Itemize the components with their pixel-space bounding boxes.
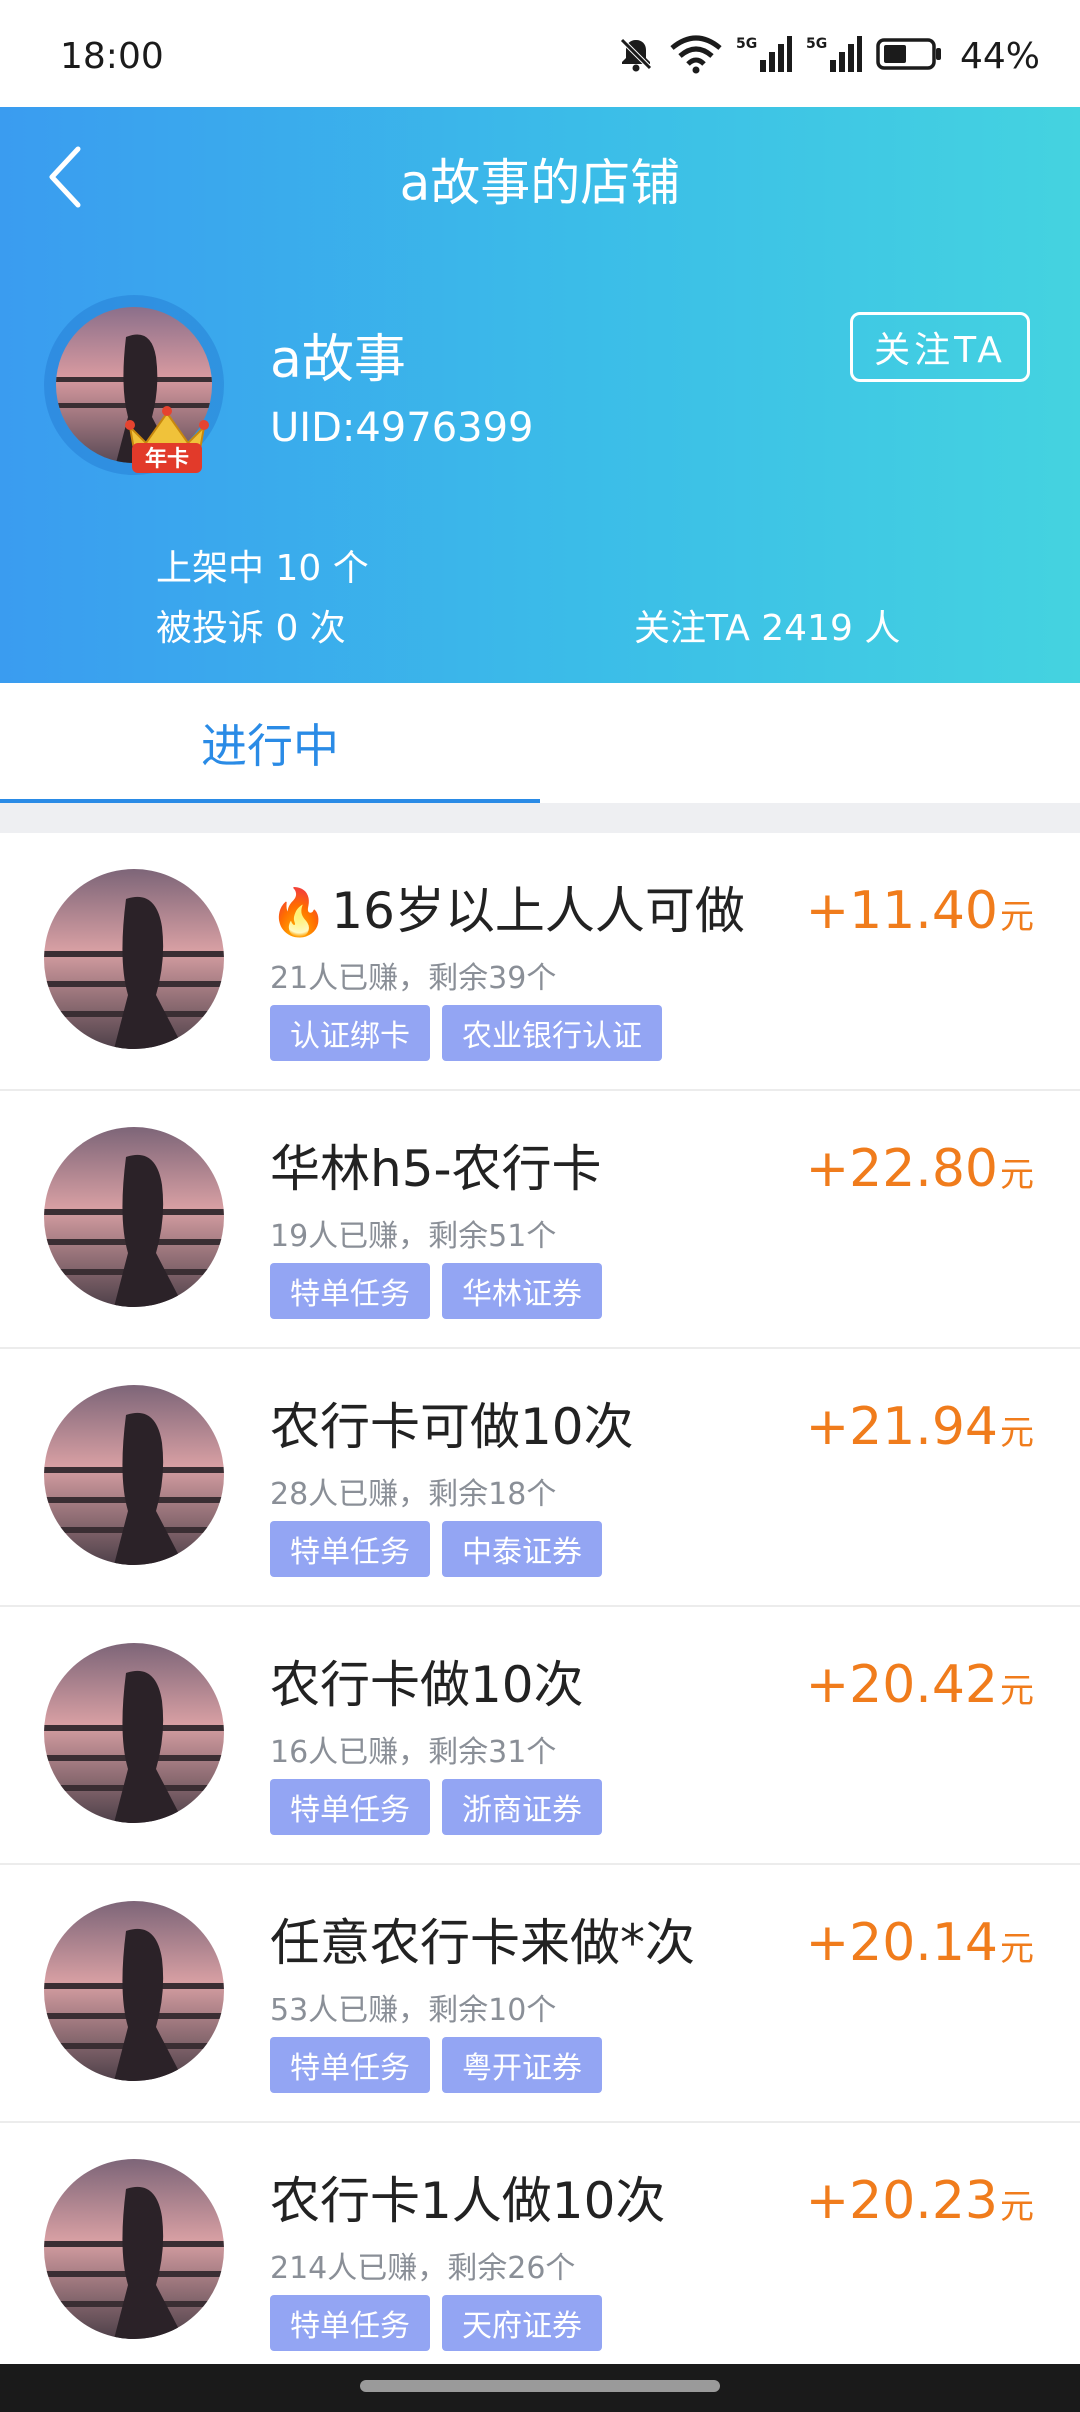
reward-unit: 元 [1000, 1413, 1034, 1453]
task-title: 农行卡做10次 [270, 1645, 584, 1717]
reward-unit: 元 [1000, 1671, 1034, 1711]
task-reward: +21.94元 [806, 1397, 1034, 1457]
follow-button[interactable]: 关注TA [850, 312, 1030, 382]
task-reward: +20.23元 [806, 2171, 1034, 2231]
task-reward: +20.14元 [806, 1913, 1034, 1973]
reward-unit: 元 [1000, 1155, 1034, 1195]
follower-count: 关注TA 2419 人 [634, 608, 901, 649]
task-tag: 特单任务 [270, 1521, 430, 1577]
shop-header: a故事的店铺 年卡 a故事 UID:4976399 关注TA 上架中 10 个 … [0, 107, 1080, 683]
reward-amount: +11.40 [805, 881, 998, 941]
task-title-text: 农行卡1人做10次 [270, 2172, 666, 2230]
svg-text:5G: 5G [736, 36, 757, 52]
task-title-text: 农行卡可做10次 [270, 1398, 634, 1456]
task-tags: 特单任务 浙商证券 [270, 1779, 602, 1835]
fire-icon: 🔥 [270, 885, 328, 939]
tab-in-progress[interactable]: 进行中 [0, 683, 540, 803]
task-title-text: 任意农行卡来做*次 [270, 1914, 695, 1972]
task-tags: 特单任务 粤开证券 [270, 2037, 602, 2093]
task-progress: 19人已赚，剩余51个 [270, 1219, 557, 1254]
home-indicator[interactable] [360, 2380, 720, 2392]
signal-5g-icon: 5G [736, 34, 792, 78]
task-tags: 特单任务 华林证券 [270, 1263, 602, 1319]
task-tag: 粤开证券 [442, 2037, 602, 2093]
reward-amount: +20.42 [805, 1655, 998, 1715]
task-avatar [44, 869, 224, 1049]
reward-unit: 元 [1000, 2187, 1034, 2227]
divider [0, 803, 1080, 833]
battery-percent: 44% [959, 35, 1040, 77]
task-item[interactable]: 任意农行卡来做*次 53人已赚，剩余10个 特单任务 粤开证券 +20.14元 [0, 1865, 1080, 2123]
task-progress: 16人已赚，剩余31个 [270, 1735, 557, 1770]
task-tag: 浙商证券 [442, 1779, 602, 1835]
task-item[interactable]: 农行卡做10次 16人已赚，剩余31个 特单任务 浙商证券 +20.42元 [0, 1607, 1080, 1865]
task-tag: 天府证券 [442, 2295, 602, 2351]
task-reward: +11.40元 [806, 881, 1034, 941]
task-avatar [44, 1127, 224, 1307]
wifi-icon [670, 34, 722, 78]
task-tags: 特单任务 天府证券 [270, 2295, 602, 2351]
mute-bell-icon [616, 34, 656, 78]
task-title: 农行卡可做10次 [270, 1387, 634, 1459]
listed-count: 上架中 10 个 [156, 548, 369, 589]
status-time: 18:00 [60, 36, 164, 77]
task-tags: 认证绑卡 农业银行认证 [270, 1005, 662, 1061]
task-reward: +20.42元 [806, 1655, 1034, 1715]
task-title-text: 华林h5-农行卡 [270, 1140, 602, 1198]
task-progress: 214人已赚，剩余26个 [270, 2251, 576, 2286]
task-avatar [44, 1385, 224, 1565]
shop-owner-name: a故事 [270, 330, 406, 390]
annual-card-badge: 年卡 [144, 447, 189, 472]
task-tag: 特单任务 [270, 1779, 430, 1835]
task-progress: 53人已赚，剩余10个 [270, 1993, 557, 2028]
task-title-text: 农行卡做10次 [270, 1656, 584, 1714]
task-progress: 21人已赚，剩余39个 [270, 961, 557, 996]
task-item[interactable]: 🔥16岁以上人人可做 21人已赚，剩余39个 认证绑卡 农业银行认证 +11.40… [0, 833, 1080, 1091]
complaint-count: 被投诉 0 次 [156, 608, 346, 649]
task-tag: 特单任务 [270, 2295, 430, 2351]
svg-text:5G: 5G [806, 36, 827, 52]
page-title: a故事的店铺 [399, 154, 681, 212]
reward-unit: 元 [1000, 897, 1034, 937]
task-tag: 农业银行认证 [442, 1005, 662, 1061]
task-title: 华林h5-农行卡 [270, 1129, 602, 1201]
task-tag: 特单任务 [270, 1263, 430, 1319]
reward-unit: 元 [1000, 1929, 1034, 1969]
user-uid: UID:4976399 [270, 405, 534, 451]
task-title-text: 16岁以上人人可做 [331, 882, 745, 940]
reward-amount: +21.94 [805, 1397, 998, 1457]
task-item[interactable]: 农行卡1人做10次 214人已赚，剩余26个 特单任务 天府证券 +20.23元 [0, 2123, 1080, 2381]
status-icons: 5G 5G 44% [616, 34, 1040, 78]
reward-amount: +20.23 [805, 2171, 998, 2231]
reward-amount: +22.80 [805, 1139, 998, 1199]
reward-amount: +20.14 [805, 1913, 998, 1973]
battery-icon [876, 34, 942, 78]
gesture-bar [0, 2364, 1080, 2412]
task-title: 🔥16岁以上人人可做 [270, 871, 745, 943]
task-progress: 28人已赚，剩余18个 [270, 1477, 557, 1512]
task-tag: 中泰证券 [442, 1521, 602, 1577]
task-tag: 特单任务 [270, 2037, 430, 2093]
task-tags: 特单任务 中泰证券 [270, 1521, 602, 1577]
status-bar: 18:00 5G 5G 44% [0, 0, 1080, 107]
task-item[interactable]: 华林h5-农行卡 19人已赚，剩余51个 特单任务 华林证券 +22.80元 [0, 1091, 1080, 1349]
signal-5g-icon: 5G [806, 34, 862, 78]
task-tag: 华林证券 [442, 1263, 602, 1319]
crown-icon: 年卡 [122, 399, 212, 479]
task-item[interactable]: 农行卡可做10次 28人已赚，剩余18个 特单任务 中泰证券 +21.94元 [0, 1349, 1080, 1607]
task-list: 🔥16岁以上人人可做 21人已赚，剩余39个 认证绑卡 农业银行认证 +11.40… [0, 833, 1080, 2381]
task-tag: 认证绑卡 [270, 1005, 430, 1061]
task-avatar [44, 2159, 224, 2339]
task-reward: +22.80元 [806, 1139, 1034, 1199]
task-avatar [44, 1643, 224, 1823]
tab-bar: 进行中 [0, 683, 1080, 803]
task-title: 农行卡1人做10次 [270, 2161, 665, 2233]
task-avatar [44, 1901, 224, 2081]
task-title: 任意农行卡来做*次 [270, 1903, 695, 1975]
